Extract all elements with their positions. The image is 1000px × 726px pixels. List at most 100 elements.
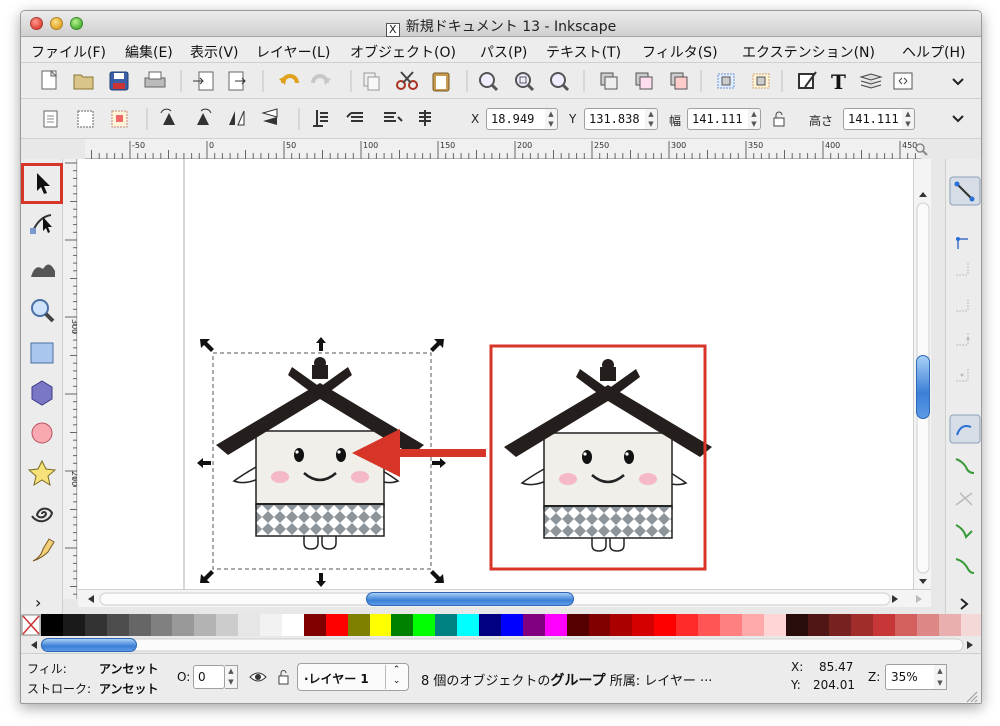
palette-swatch[interactable]: [698, 614, 721, 636]
menu-item-2[interactable]: 表示(V): [190, 42, 239, 62]
deselect-icon[interactable]: [111, 110, 128, 128]
palette-swatch[interactable]: [851, 614, 874, 636]
snap-smooth-nodes-icon[interactable]: [955, 558, 975, 574]
menu-item-8[interactable]: エクステンション(N): [742, 42, 875, 62]
snap-paths-icon[interactable]: [955, 458, 975, 474]
export-icon[interactable]: [228, 71, 246, 91]
scroll-left-arrow-icon[interactable]: [88, 595, 94, 603]
no-paint-swatch[interactable]: [21, 614, 41, 636]
zoom-selection-icon[interactable]: [479, 72, 499, 92]
snap-nodes-icon[interactable]: [949, 414, 981, 444]
palette-swatch[interactable]: [303, 614, 327, 636]
raise-to-top-icon[interactable]: [313, 110, 328, 127]
rotate-ccw-icon[interactable]: [160, 108, 175, 125]
palette-swatch[interactable]: [457, 614, 480, 636]
palette-swatch[interactable]: [960, 614, 981, 636]
palette-swatch[interactable]: [917, 614, 940, 636]
snap-cusp-nodes-icon[interactable]: [955, 524, 973, 539]
text-font-icon[interactable]: T: [831, 70, 846, 94]
menu-item-6[interactable]: テキスト(T): [546, 42, 621, 62]
snap-enable-icon[interactable]: [949, 176, 981, 206]
palette-swatch[interactable]: [150, 614, 173, 636]
spiral-tool-icon[interactable]: [31, 507, 54, 523]
scroll-right-arrow-icon[interactable]: [892, 595, 898, 603]
palette-swatch[interactable]: [741, 614, 765, 636]
palette-swatch[interactable]: [566, 614, 589, 636]
palette-swatch[interactable]: [719, 614, 743, 636]
vertical-scroll-thumb[interactable]: [916, 355, 930, 419]
vertical-scrollbar[interactable]: [913, 159, 931, 589]
palette-swatch[interactable]: [938, 614, 962, 636]
palette-scrollbar[interactable]: [21, 637, 981, 653]
horizontal-scrollbar[interactable]: [78, 589, 931, 607]
palette-swatch[interactable]: [325, 614, 349, 636]
snap-bbox-icon[interactable]: [956, 237, 968, 249]
layer-visibility-eye-icon[interactable]: [249, 672, 267, 682]
height-field[interactable]: 141.111: [843, 108, 903, 130]
stroke-value[interactable]: アンセット: [99, 680, 159, 697]
xml-editor-icon[interactable]: [893, 72, 913, 90]
zoom-field[interactable]: 35%: [885, 664, 935, 690]
fill-value[interactable]: アンセット: [99, 660, 159, 677]
controls-overflow-icon[interactable]: [949, 99, 969, 139]
select-all-layers-icon[interactable]: [77, 110, 94, 128]
cut-icon[interactable]: [396, 71, 418, 90]
palette-swatch[interactable]: [873, 614, 896, 636]
menu-item-7[interactable]: フィルタ(S): [642, 42, 718, 62]
width-field[interactable]: 141.111: [687, 108, 749, 130]
redo-icon[interactable]: [311, 74, 331, 85]
palette-swatch[interactable]: [785, 614, 808, 636]
palette-swatch[interactable]: [895, 614, 918, 636]
palette-swatch[interactable]: [435, 614, 458, 636]
ellipse-tool-icon[interactable]: [31, 422, 53, 444]
lock-proportions-icon[interactable]: [769, 99, 789, 139]
palette-swatch[interactable]: [676, 614, 699, 636]
rectangle-tool-icon[interactable]: [30, 342, 54, 364]
menu-item-0[interactable]: ファイル(F): [31, 42, 106, 62]
height-spinner[interactable]: ▲ ▼: [902, 108, 915, 130]
zoom-corner-icon[interactable]: [914, 142, 928, 156]
palette-swatch[interactable]: [84, 614, 108, 636]
node-tool-icon[interactable]: [30, 214, 52, 234]
palette-swatch[interactable]: [500, 614, 524, 636]
zoom-drawing-icon[interactable]: [515, 72, 535, 92]
palette-swatch[interactable]: [479, 614, 502, 636]
rotate-cw-icon[interactable]: [197, 108, 212, 125]
flip-vertical-icon[interactable]: [261, 108, 278, 125]
tweak-tool-icon[interactable]: [31, 264, 55, 277]
palette-swatch[interactable]: [369, 614, 392, 636]
palette-swatch[interactable]: [172, 614, 195, 636]
palette-swatch[interactable]: [829, 614, 852, 636]
pencil-tool-icon[interactable]: [32, 538, 55, 562]
new-document-icon[interactable]: [41, 69, 58, 90]
unlink-clone-icon[interactable]: [670, 72, 688, 90]
palette-swatch[interactable]: [281, 614, 305, 636]
scroll-up-arrow-icon[interactable]: [919, 192, 927, 197]
toolbox-more-button[interactable]: ›: [35, 593, 41, 612]
y-position-field[interactable]: 131.838: [584, 108, 646, 130]
palette-swatch[interactable]: [62, 614, 86, 636]
palette-swatch[interactable]: [610, 614, 633, 636]
palette-swatch[interactable]: [106, 614, 130, 636]
palette-swatch[interactable]: [128, 614, 151, 636]
paste-icon[interactable]: [432, 72, 450, 92]
flip-horizontal-icon[interactable]: [229, 110, 245, 126]
palette-swatch[interactable]: [763, 614, 787, 636]
snap-bar-more-icon[interactable]: [960, 598, 969, 610]
x-position-spinner[interactable]: ▲ ▼: [545, 108, 558, 130]
menu-item-1[interactable]: 編集(E): [125, 42, 173, 62]
import-icon[interactable]: [193, 71, 214, 91]
current-layer-dropdown[interactable]: ·レイヤー 1 ⌃ ⌄: [297, 663, 409, 691]
select-all-icon[interactable]: [43, 110, 58, 128]
star-tool-icon[interactable]: [27, 459, 57, 487]
drawing-canvas[interactable]: [78, 159, 913, 589]
save-icon[interactable]: [109, 71, 129, 91]
ungroup-icon[interactable]: [752, 73, 770, 89]
lower-icon[interactable]: [384, 112, 403, 122]
palette-scroll-thumb[interactable]: [41, 638, 137, 652]
resize-grip-icon[interactable]: [963, 688, 979, 704]
zoom-tool-icon[interactable]: [31, 299, 55, 323]
lower-to-bottom-icon[interactable]: [419, 110, 431, 126]
undo-icon[interactable]: [279, 74, 299, 85]
copy-icon[interactable]: [363, 72, 380, 91]
